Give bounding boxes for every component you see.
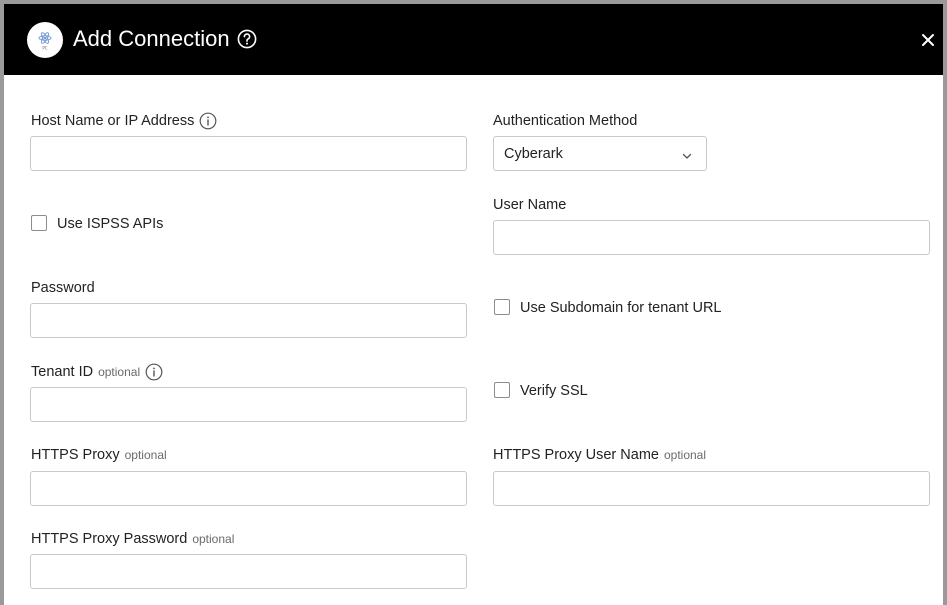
dialog-header: PC Add Connection	[4, 4, 943, 75]
auth-method-select[interactable]: Cyberark	[493, 136, 707, 171]
host-input[interactable]	[30, 136, 467, 171]
tenant-id-label: Tenant ID optional	[31, 363, 163, 381]
help-circle-icon[interactable]	[237, 29, 257, 49]
auth-method-label: Authentication Method	[493, 113, 638, 129]
optional-tag: optional	[663, 448, 707, 462]
https-proxy-password-label: HTTPS Proxy Password optional	[31, 530, 234, 548]
verify-ssl-label[interactable]: Verify SSL	[520, 382, 588, 400]
user-name-input[interactable]	[493, 220, 930, 255]
tenant-id-label-text: Tenant ID	[31, 364, 94, 380]
app-logo-icon: PC	[27, 22, 63, 58]
user-name-label: User Name	[493, 197, 567, 213]
chevron-down-icon	[681, 149, 693, 161]
use-subdomain-checkbox[interactable]	[494, 299, 510, 315]
https-proxy-password-input[interactable]	[30, 554, 467, 589]
password-input[interactable]	[30, 303, 467, 338]
https-proxy-user-label-text: HTTPS Proxy User Name	[493, 447, 659, 463]
https-proxy-label: HTTPS Proxy optional	[31, 446, 167, 464]
svg-text:PC: PC	[42, 46, 47, 51]
https-proxy-input[interactable]	[30, 471, 467, 506]
optional-tag: optional	[192, 532, 235, 546]
use-subdomain-label[interactable]: Use Subdomain for tenant URL	[520, 299, 722, 317]
host-label: Host Name or IP Address	[31, 112, 217, 130]
add-connection-dialog: PC Add Connection Host Name or IP Addres…	[4, 4, 943, 605]
https-proxy-password-label-text: HTTPS Proxy Password	[31, 531, 188, 547]
close-icon[interactable]	[919, 31, 937, 49]
password-label: Password	[31, 280, 95, 296]
host-label-text: Host Name or IP Address	[31, 113, 195, 129]
info-icon[interactable]	[199, 112, 217, 130]
optional-tag: optional	[124, 448, 167, 462]
tenant-id-input[interactable]	[30, 387, 467, 422]
auth-method-value: Cyberark	[504, 146, 563, 162]
dialog-title: Add Connection	[73, 26, 230, 51]
https-proxy-user-label: HTTPS Proxy User Name optional	[493, 446, 706, 464]
verify-ssl-checkbox[interactable]	[494, 382, 510, 398]
use-ispss-checkbox[interactable]	[31, 215, 47, 231]
https-proxy-user-input[interactable]	[493, 471, 930, 506]
optional-tag: optional	[98, 365, 141, 379]
info-icon[interactable]	[145, 363, 163, 381]
https-proxy-label-text: HTTPS Proxy	[31, 447, 120, 463]
use-ispss-label[interactable]: Use ISPSS APIs	[57, 215, 163, 233]
